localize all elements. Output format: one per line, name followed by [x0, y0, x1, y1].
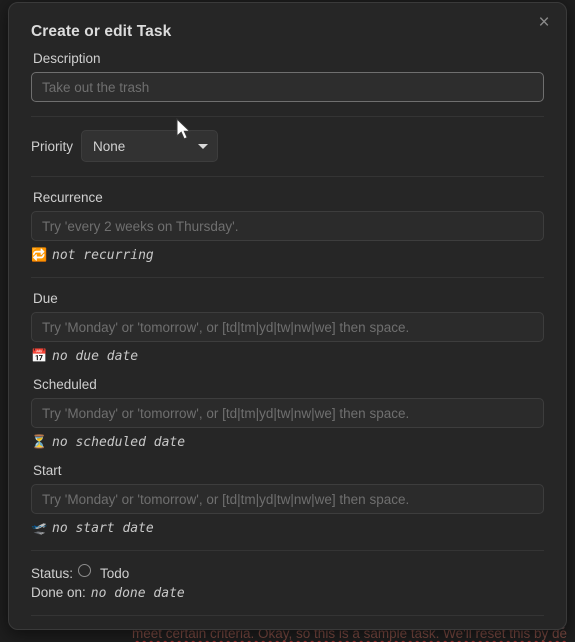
recurrence-status-text: not recurring [52, 248, 154, 263]
divider [31, 615, 544, 616]
due-status-text: no due date [52, 349, 139, 364]
create-edit-task-modal: × Create or edit Task Description Priori… [8, 2, 567, 630]
start-status: 🛫 no start date [31, 521, 544, 536]
priority-selected-value: None [93, 138, 126, 154]
status-radio[interactable] [78, 564, 92, 577]
divider [31, 550, 544, 551]
description-label: Description [33, 51, 101, 66]
scheduled-input[interactable] [31, 398, 544, 428]
scheduled-status: ⏳ no scheduled date [31, 435, 544, 450]
airplane-departure-icon: 🛫 [31, 521, 48, 536]
recurrence-section: Recurrence 🔁 not recurring [31, 190, 544, 263]
priority-select[interactable]: None [81, 130, 219, 162]
recurrence-label: Recurrence [33, 190, 103, 205]
scheduled-section: Scheduled ⏳ no scheduled date [31, 377, 544, 450]
recurrence-input[interactable] [31, 211, 544, 241]
due-section: Due 📅 no due date [31, 291, 544, 364]
done-on-value: no done date [90, 586, 185, 601]
close-icon[interactable]: × [532, 11, 556, 35]
chevron-down-icon [198, 144, 209, 149]
status-section: Status: Todo Done on: no done date [31, 564, 544, 601]
done-on-row: Done on: no done date [31, 585, 544, 601]
status-label: Status: [31, 565, 74, 581]
start-status-text: no start date [52, 521, 154, 536]
hourglass-icon: ⏳ [31, 435, 48, 450]
start-input[interactable] [31, 484, 544, 514]
scheduled-label: Scheduled [33, 377, 97, 392]
start-section: Start 🛫 no start date [31, 463, 544, 536]
divider [31, 116, 544, 117]
description-section: Description [31, 51, 544, 102]
scheduled-status-text: no scheduled date [52, 435, 186, 450]
due-label: Due [33, 291, 58, 306]
priority-section: Priority None [31, 130, 544, 162]
divider [31, 176, 544, 177]
done-on-label: Done on: [31, 585, 86, 600]
repeat-icon: 🔁 [31, 248, 48, 263]
divider [31, 277, 544, 278]
description-input[interactable] [31, 72, 544, 102]
calendar-icon: 📅 [31, 349, 48, 364]
page-title: Create or edit Task [31, 23, 172, 40]
priority-label: Priority [31, 138, 74, 154]
recurrence-status: 🔁 not recurring [31, 248, 544, 263]
status-row: Status: Todo [31, 564, 544, 582]
start-label: Start [33, 463, 62, 478]
due-status: 📅 no due date [31, 349, 544, 364]
due-input[interactable] [31, 312, 544, 342]
apply-button[interactable]: Apply [31, 629, 103, 630]
status-value: Todo [100, 565, 130, 581]
